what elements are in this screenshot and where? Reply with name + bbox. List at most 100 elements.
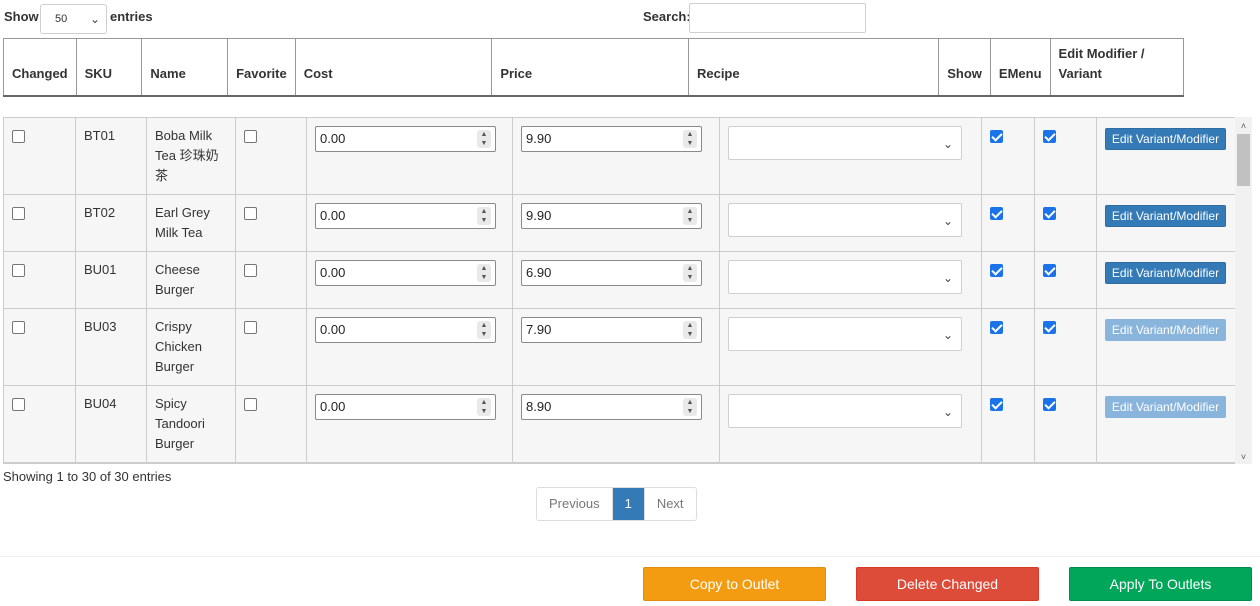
spinner-icon[interactable]: ▲ ▼	[683, 130, 697, 148]
emenu-checkbox[interactable]	[1043, 264, 1056, 277]
name-cell: Spicy Tandoori Burger	[146, 385, 236, 463]
price-input[interactable]: 6.90 ▲ ▼	[521, 260, 702, 286]
favorite-checkbox[interactable]	[244, 207, 257, 220]
spinner-icon[interactable]: ▲ ▼	[477, 264, 491, 282]
col-recipe[interactable]: Recipe	[688, 38, 940, 96]
sku-cell: BU03	[75, 308, 147, 386]
col-sku[interactable]: SKU	[76, 38, 143, 96]
cost-input[interactable]: 0.00 ▲ ▼	[315, 260, 496, 286]
show-checkbox[interactable]	[990, 398, 1003, 411]
scroll-down-icon[interactable]: ˅	[1235, 450, 1252, 464]
recipe-select[interactable]: ⌄	[728, 260, 962, 294]
next-page-button[interactable]: Next	[643, 488, 696, 520]
page-1-button[interactable]: 1	[611, 488, 644, 520]
show-checkbox[interactable]	[990, 130, 1003, 143]
table-body: BT01 Boba Milk Tea 珍珠奶茶 0.00 ▲ ▼ 9.90 ▲ ▼ ⌄ …	[3, 117, 1235, 464]
col-emenu[interactable]: EMenu	[990, 38, 1051, 96]
cost-input[interactable]: 0.00 ▲ ▼	[315, 126, 496, 152]
name-cell: Boba Milk Tea 珍珠奶茶	[146, 117, 236, 195]
search-label: Search:	[643, 9, 691, 24]
spinner-icon[interactable]: ▲ ▼	[683, 321, 697, 339]
col-changed[interactable]: Changed	[3, 38, 77, 96]
edit-variant-button[interactable]: Edit Variant/Modifier	[1105, 262, 1226, 284]
delete-changed-button[interactable]: Delete Changed	[856, 567, 1039, 601]
chevron-down-icon: ⌄	[89, 12, 100, 26]
cost-input[interactable]: 0.00 ▲ ▼	[315, 203, 496, 229]
search-input[interactable]	[689, 3, 866, 33]
chevron-down-icon: ⌄	[942, 405, 953, 419]
favorite-checkbox[interactable]	[244, 398, 257, 411]
recipe-select[interactable]: ⌄	[728, 394, 962, 428]
pagination: Previous 1 Next	[536, 487, 697, 521]
table-row: BT01 Boba Milk Tea 珍珠奶茶 0.00 ▲ ▼ 9.90 ▲ ▼ ⌄ …	[3, 117, 1235, 195]
edit-variant-button[interactable]: Edit Variant/Modifier	[1105, 128, 1226, 150]
edit-variant-button[interactable]: Edit Variant/Modifier	[1105, 205, 1226, 227]
spinner-icon[interactable]: ▲ ▼	[683, 264, 697, 282]
spinner-icon[interactable]: ▲ ▼	[477, 130, 491, 148]
table-controls: Show 50 ⌄ entries Search:	[0, 0, 1260, 36]
show-checkbox[interactable]	[990, 207, 1003, 220]
col-price[interactable]: Price	[491, 38, 689, 96]
cost-input[interactable]: 0.00 ▲ ▼	[315, 394, 496, 420]
emenu-checkbox[interactable]	[1043, 398, 1056, 411]
previous-page-button[interactable]: Previous	[537, 488, 612, 520]
page-length-value: 50	[55, 13, 68, 25]
favorite-checkbox[interactable]	[244, 321, 257, 334]
name-cell: Crispy Chicken Burger	[146, 308, 236, 386]
chevron-down-icon: ⌄	[942, 328, 953, 342]
favorite-checkbox[interactable]	[244, 264, 257, 277]
scroll-up-icon[interactable]: ˄	[1235, 119, 1252, 133]
chevron-down-icon: ⌄	[942, 271, 953, 285]
emenu-checkbox[interactable]	[1043, 130, 1056, 143]
price-input[interactable]: 7.90 ▲ ▼	[521, 317, 702, 343]
table-row: BU04 Spicy Tandoori Burger 0.00 ▲ ▼ 8.90 ▲ ▼…	[3, 385, 1235, 463]
table-info: Showing 1 to 30 of 30 entries	[3, 469, 172, 484]
sku-cell: BU04	[75, 385, 147, 463]
spinner-icon[interactable]: ▲ ▼	[683, 398, 697, 416]
col-edit-modifier[interactable]: Edit Modifier / Variant	[1050, 39, 1183, 97]
changed-checkbox[interactable]	[12, 207, 25, 220]
page-length-select[interactable]: 50 ⌄	[40, 4, 107, 34]
price-input[interactable]: 9.90 ▲ ▼	[521, 203, 702, 229]
spinner-icon[interactable]: ▲ ▼	[683, 207, 697, 225]
name-cell: Cheese Burger	[146, 251, 236, 309]
table-row: BU03 Crispy Chicken Burger 0.00 ▲ ▼ 7.90 ▲ ▼…	[3, 308, 1235, 386]
spinner-icon[interactable]: ▲ ▼	[477, 321, 491, 339]
entries-label: entries	[110, 9, 153, 24]
show-checkbox[interactable]	[990, 264, 1003, 277]
show-label: Show	[4, 9, 39, 24]
recipe-select[interactable]: ⌄	[728, 317, 962, 351]
col-cost[interactable]: Cost	[295, 38, 493, 96]
col-name[interactable]: Name	[141, 38, 229, 96]
col-favorite[interactable]: Favorite	[227, 38, 296, 96]
changed-checkbox[interactable]	[12, 130, 25, 143]
cost-input[interactable]: 0.00 ▲ ▼	[315, 317, 496, 343]
vertical-scrollbar[interactable]: ˄ ˅	[1235, 117, 1252, 464]
apply-to-outlets-button[interactable]: Apply To Outlets	[1069, 567, 1252, 601]
spinner-icon[interactable]: ▲ ▼	[477, 398, 491, 416]
sku-cell: BU01	[75, 251, 147, 309]
recipe-select[interactable]: ⌄	[728, 203, 962, 237]
favorite-checkbox[interactable]	[244, 130, 257, 143]
col-show[interactable]: Show	[938, 38, 991, 96]
chevron-down-icon: ⌄	[942, 214, 953, 228]
price-input[interactable]: 9.90 ▲ ▼	[521, 126, 702, 152]
edit-variant-button[interactable]: Edit Variant/Modifier	[1105, 319, 1226, 341]
table-header: Changed SKU Name Favorite Cost Price Rec…	[3, 38, 1184, 97]
copy-to-outlet-button[interactable]: Copy to Outlet	[643, 567, 826, 601]
changed-checkbox[interactable]	[12, 398, 25, 411]
recipe-select[interactable]: ⌄	[728, 126, 962, 160]
chevron-down-icon: ⌄	[942, 137, 953, 151]
show-checkbox[interactable]	[990, 321, 1003, 334]
table-row: BU01 Cheese Burger 0.00 ▲ ▼ 6.90 ▲ ▼ ⌄ Edit …	[3, 251, 1235, 309]
price-input[interactable]: 8.90 ▲ ▼	[521, 394, 702, 420]
sku-cell: BT01	[75, 117, 147, 195]
edit-variant-button[interactable]: Edit Variant/Modifier	[1105, 396, 1226, 418]
spinner-icon[interactable]: ▲ ▼	[477, 207, 491, 225]
divider	[0, 556, 1260, 557]
emenu-checkbox[interactable]	[1043, 321, 1056, 334]
changed-checkbox[interactable]	[12, 264, 25, 277]
changed-checkbox[interactable]	[12, 321, 25, 334]
emenu-checkbox[interactable]	[1043, 207, 1056, 220]
scrollbar-thumb[interactable]	[1237, 134, 1250, 186]
